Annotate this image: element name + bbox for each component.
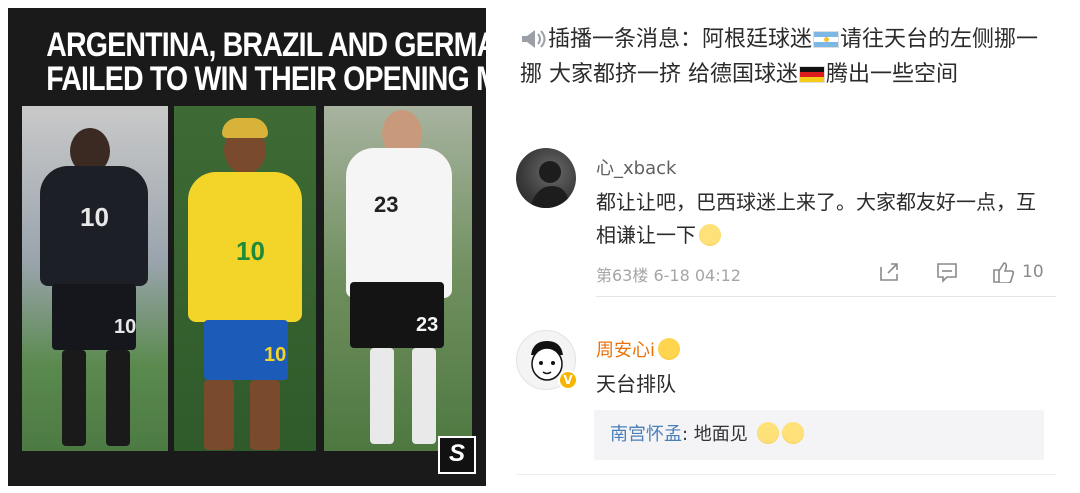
comment-icon: [937, 263, 957, 283]
brazil-jersey-number: 10: [236, 236, 265, 266]
comment-username-text: 周安心i: [596, 340, 656, 361]
bottom-divider: [516, 474, 1056, 475]
poster-headline: ARGENTINA, BRAZIL AND GERMANY ALL FAILED…: [46, 26, 486, 98]
argentina-jersey-number: 10: [80, 202, 109, 232]
comment-username[interactable]: 心_xback: [596, 154, 676, 180]
comment-body: 都让让吧，巴西球迷上来了。大家都友好一点，互相谦让一下: [596, 186, 1036, 252]
like-button[interactable]: 10: [992, 260, 1044, 284]
poster-headline-line-1: ARGENTINA, BRAZIL AND GERMANY ALL: [46, 26, 486, 64]
comment-body: 天台排队: [596, 372, 676, 396]
comment-meta-row: 第63楼 6-18 04:12 10: [596, 260, 1056, 285]
argentina-shorts-number: 10: [114, 316, 137, 338]
argentina-flag-icon: [813, 31, 840, 48]
like-count: 10: [1022, 262, 1044, 282]
smile-emoji-icon: [781, 422, 804, 444]
germany-shorts-number: 23: [416, 314, 439, 336]
post-text-part-3: 腾出一些空间: [826, 62, 959, 87]
argentina-player-photo: 10 10: [22, 106, 168, 451]
share-icon: [880, 263, 898, 281]
vip-badge-icon: V: [558, 370, 578, 390]
comment-username[interactable]: 周安心i: [596, 336, 681, 362]
avatar[interactable]: [516, 148, 576, 208]
post-content: 插播一条消息：阿根廷球迷 请往天台的左侧挪一挪 大家都挤一挤 给德国球迷 腾出一些空…: [520, 22, 1040, 92]
heart-eyes-emoji-icon: [658, 338, 681, 360]
sub-reply-username[interactable]: 南宫怀孟: [610, 424, 682, 445]
brazil-shorts-number: 10: [264, 344, 287, 366]
reply-button[interactable]: [936, 260, 958, 284]
smile-emoji-icon: [756, 422, 779, 444]
brand-logo: S: [438, 436, 476, 474]
sub-reply[interactable]: 南宫怀孟: 地面见: [594, 410, 1044, 460]
poster-image[interactable]: ARGENTINA, BRAZIL AND GERMANY ALL FAILED…: [8, 8, 486, 486]
speaker-icon: [522, 30, 546, 48]
like-icon: [993, 262, 1015, 283]
comment-body-text: 都让让吧，巴西球迷上来了。大家都友好一点，互相谦让一下: [596, 190, 1036, 247]
germany-player-photo: 23 23: [324, 106, 472, 451]
comment-divider: [596, 296, 1056, 297]
poster-headline-line-2: FAILED TO WIN THEIR OPENING MATCH.: [46, 60, 486, 98]
germany-flag-icon: [799, 66, 825, 83]
brazil-player-photo: 10 10: [174, 106, 316, 451]
germany-jersey-number: 23: [374, 192, 399, 217]
avatar-silhouette-icon: [530, 161, 570, 208]
sub-reply-text: : 地面见: [682, 424, 748, 445]
share-button[interactable]: [878, 260, 900, 284]
post-text-part-1: 插播一条消息：阿根廷球迷: [548, 27, 813, 52]
laughing-emoji-icon: [699, 224, 721, 246]
comment-floor-and-time: 第63楼 6-18 04:12: [596, 266, 741, 285]
